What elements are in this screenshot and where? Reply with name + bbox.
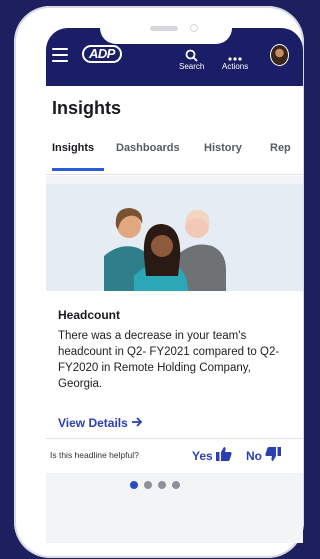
view-details-link[interactable]: View Details (58, 416, 143, 430)
no-button[interactable]: No (246, 447, 281, 464)
app-screen: ADP Search Actions Insights Insights Das… (46, 28, 303, 543)
page-title: Insights (52, 98, 122, 118)
search-label: Search (179, 62, 205, 71)
people-illustration (46, 184, 303, 291)
tab-insights[interactable]: Insights (52, 142, 94, 154)
camera (190, 24, 198, 32)
pagination-dot[interactable] (130, 481, 138, 489)
search-icon (179, 42, 204, 62)
card-title: Headcount (58, 308, 121, 322)
active-tab-indicator (52, 168, 104, 171)
avatar[interactable] (270, 44, 289, 66)
phone-notch (100, 12, 232, 44)
more-dots-icon (222, 42, 248, 62)
pagination-dot[interactable] (172, 481, 180, 489)
feedback-question: Is this headline helpful? (50, 450, 139, 460)
menu-icon[interactable] (52, 48, 68, 62)
tab-history[interactable]: History (204, 142, 242, 154)
actions-button[interactable]: Actions (222, 42, 248, 71)
tab-dashboards[interactable]: Dashboards (116, 142, 180, 154)
insights-carousel: Headcount There was a decrease in your t… (46, 176, 303, 543)
no-label: No (246, 448, 262, 463)
pagination-dots (130, 481, 180, 489)
actions-label: Actions (222, 62, 249, 71)
thumbs-down-icon (265, 447, 281, 464)
pagination-dot[interactable] (144, 481, 152, 489)
yes-button[interactable]: Yes (192, 447, 232, 464)
feedback-bar: Is this headline helpful? Yes No (46, 438, 303, 473)
search-button[interactable]: Search (179, 42, 204, 71)
insight-card: Headcount There was a decrease in your t… (46, 184, 303, 438)
adp-logo: ADP (82, 45, 122, 63)
pagination-dot[interactable] (158, 481, 166, 489)
speaker (150, 26, 178, 31)
tab-reports[interactable]: Rep (270, 142, 291, 154)
yes-label: Yes (192, 448, 213, 463)
phone-frame: ADP Search Actions Insights Insights Das… (14, 6, 304, 558)
arrow-right-icon (131, 416, 143, 430)
card-body: There was a decrease in your team's head… (58, 330, 280, 390)
thumbs-up-icon (215, 447, 232, 464)
view-details-label: View Details (58, 416, 128, 430)
tab-bar: Insights Dashboards History Rep (46, 138, 303, 175)
